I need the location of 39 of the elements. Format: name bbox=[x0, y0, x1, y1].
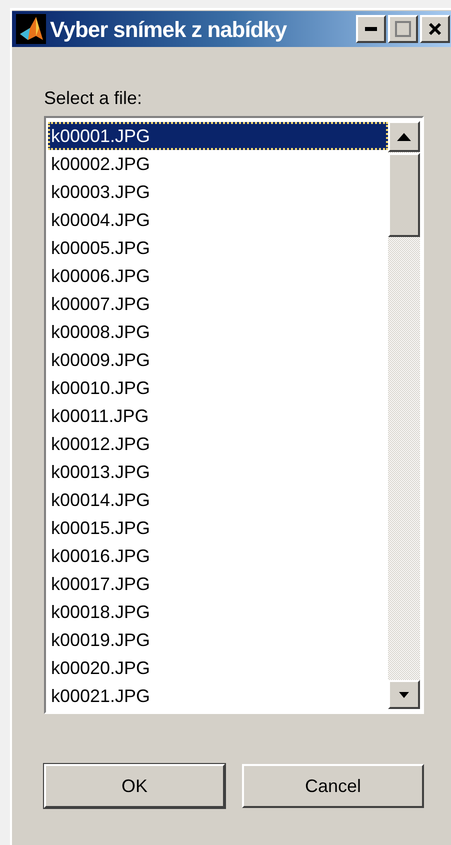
prompt-label: Select a file: bbox=[44, 87, 144, 109]
file-item[interactable]: k00011.JPG bbox=[48, 402, 388, 430]
up-arrow-icon bbox=[397, 132, 411, 140]
close-button[interactable] bbox=[420, 15, 450, 43]
scrollbar[interactable] bbox=[388, 121, 420, 709]
file-item[interactable]: k00012.JPG bbox=[48, 430, 388, 458]
scroll-down-button[interactable] bbox=[388, 680, 420, 709]
file-item[interactable]: k00021.JPG bbox=[48, 682, 388, 710]
file-item[interactable]: k00008.JPG bbox=[48, 318, 388, 346]
file-item[interactable]: k00007.JPG bbox=[48, 290, 388, 318]
scroll-up-button[interactable] bbox=[388, 121, 420, 152]
down-arrow-icon bbox=[399, 692, 409, 698]
file-item[interactable]: k00004.JPG bbox=[48, 206, 388, 234]
minimize-button[interactable] bbox=[356, 15, 386, 43]
file-item[interactable]: k00009.JPG bbox=[48, 346, 388, 374]
scroll-thumb[interactable] bbox=[388, 153, 420, 237]
file-item[interactable]: k00017.JPG bbox=[48, 570, 388, 598]
minimize-icon bbox=[365, 27, 377, 31]
app-logo-icon bbox=[16, 14, 46, 44]
file-list[interactable] bbox=[44, 116, 424, 714]
ok-button[interactable]: OK bbox=[44, 764, 225, 808]
file-item[interactable]: k00001.JPG bbox=[48, 122, 388, 150]
window-title: Vyber snímek z nabídky bbox=[50, 16, 287, 44]
file-item[interactable]: k00019.JPG bbox=[48, 626, 388, 654]
file-item[interactable]: k00003.JPG bbox=[48, 178, 388, 206]
close-icon bbox=[428, 22, 442, 36]
maximize-icon bbox=[395, 21, 411, 37]
file-item[interactable]: k00006.JPG bbox=[48, 262, 388, 290]
file-item[interactable]: k00005.JPG bbox=[48, 234, 388, 262]
file-item[interactable]: k00002.JPG bbox=[48, 150, 388, 178]
file-item[interactable]: k00014.JPG bbox=[48, 486, 388, 514]
file-item[interactable]: k00018.JPG bbox=[48, 598, 388, 626]
file-item[interactable]: k00020.JPG bbox=[48, 654, 388, 682]
file-item[interactable]: k00015.JPG bbox=[48, 514, 388, 542]
file-item[interactable]: k00016.JPG bbox=[48, 542, 388, 570]
file-item[interactable]: k00013.JPG bbox=[48, 458, 388, 486]
maximize-button[interactable] bbox=[388, 15, 418, 43]
cancel-button[interactable]: Cancel bbox=[242, 764, 424, 808]
file-item[interactable]: k00010.JPG bbox=[48, 374, 388, 402]
